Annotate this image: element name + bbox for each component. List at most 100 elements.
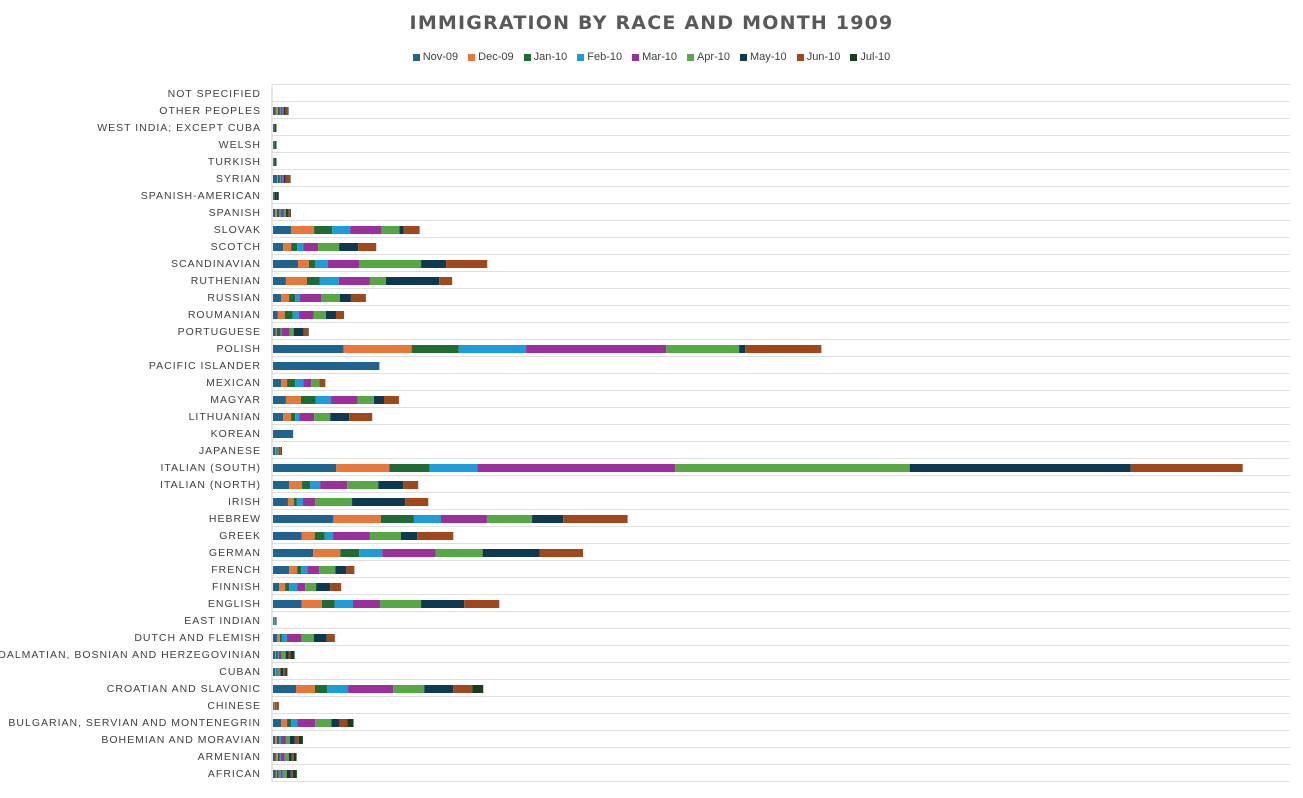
bar-segment	[334, 600, 353, 608]
bar-segment	[306, 277, 320, 285]
bar-segment	[273, 192, 275, 200]
category-label: RUTHENIAN	[191, 275, 261, 287]
bar-segment	[273, 770, 276, 778]
bar-segment	[338, 277, 370, 285]
bar-segment	[273, 294, 282, 302]
bar-segment	[273, 617, 275, 625]
bar-segment	[277, 447, 279, 455]
category-label: WELSH	[219, 139, 261, 151]
bar-segment	[482, 549, 540, 557]
bar-segment	[357, 396, 374, 404]
bar-segment	[298, 736, 303, 744]
bar-segment	[277, 753, 280, 761]
bar-segment	[909, 464, 1131, 472]
bar-segment	[299, 413, 315, 421]
bar-segment	[349, 413, 373, 421]
bar-segment	[358, 243, 377, 251]
bar-segment	[291, 719, 298, 727]
bar-segment	[277, 702, 279, 710]
bar-segment	[331, 719, 340, 727]
bar-segment	[327, 260, 359, 268]
bar-segment	[411, 345, 459, 353]
bar-segment	[289, 736, 295, 744]
bar-segment	[352, 600, 380, 608]
category-label: TURKISH	[208, 156, 261, 168]
bar-segment	[282, 107, 284, 115]
bar-segment	[326, 634, 335, 642]
bar-segment	[285, 736, 290, 744]
bar-segment	[350, 226, 382, 234]
bar-segment	[273, 617, 274, 625]
bar-segment	[281, 328, 290, 336]
bar-segment	[346, 566, 355, 574]
bar-segment	[275, 141, 277, 149]
bar-segment	[273, 702, 274, 710]
bar-segment	[273, 209, 276, 217]
bar-segment	[335, 311, 345, 319]
bar-segment	[273, 430, 294, 438]
bar-segment	[526, 345, 667, 353]
bar-segment	[283, 243, 292, 251]
bar-segment	[284, 311, 293, 319]
bar-segment	[311, 379, 320, 387]
bar-segment	[347, 481, 379, 489]
category-label: MEXICAN	[206, 377, 261, 389]
category-label: POLISH	[216, 343, 261, 355]
bar-segment	[275, 209, 278, 217]
bar-segment	[319, 566, 336, 574]
bar-segment	[393, 685, 425, 693]
category-label: SPANISH-AMERICAN	[141, 190, 261, 202]
category-label: AFRICAN	[208, 768, 261, 780]
bar-segment	[295, 379, 304, 387]
bar-segment	[421, 260, 447, 268]
bar-segment	[308, 260, 315, 268]
bar-segment	[287, 719, 292, 727]
bar-segment	[273, 651, 276, 659]
bar-segment	[289, 209, 291, 217]
bar-segment	[287, 209, 290, 217]
bar-segment	[280, 668, 284, 676]
bar-segment	[292, 770, 297, 778]
bar-segment	[314, 532, 325, 540]
bar-segment	[289, 566, 298, 574]
bar-segment	[274, 617, 276, 625]
bar-segment	[279, 107, 281, 115]
bar-segment	[745, 345, 822, 353]
bar-segment	[324, 532, 333, 540]
bar-segment	[350, 294, 366, 302]
bar-segment	[316, 583, 331, 591]
category-label: SCOTCH	[211, 241, 261, 253]
bar-segment	[275, 651, 278, 659]
bar-segment	[347, 719, 354, 727]
bar-segment	[343, 345, 412, 353]
bar-segment	[280, 753, 285, 761]
bar-segment	[283, 209, 286, 217]
bar-segment	[290, 651, 295, 659]
bar-segment	[381, 226, 400, 234]
bar-segment	[314, 685, 328, 693]
category-label: ITALIAN (SOUTH)	[160, 462, 261, 474]
bar-segment	[273, 328, 276, 336]
bar-segment	[303, 243, 319, 251]
category-label: DUTCH AND FLEMISH	[134, 632, 261, 644]
bar-segment	[282, 770, 287, 778]
bar-segment	[302, 481, 311, 489]
bar-segment	[320, 481, 348, 489]
bar-segment	[278, 770, 281, 778]
bar-segment	[275, 668, 276, 676]
bar-segment	[293, 328, 304, 336]
bar-segment	[369, 532, 401, 540]
bar-segment	[273, 719, 282, 727]
bar-segment	[273, 141, 274, 149]
bar-segment	[273, 362, 380, 370]
bar-segment	[276, 192, 279, 200]
bar-segment	[295, 294, 301, 302]
bar-segment	[284, 753, 289, 761]
bar-segment	[274, 702, 276, 710]
bar-segment	[283, 107, 286, 115]
bar-segment	[275, 736, 278, 744]
bar-segment	[275, 651, 276, 659]
bar-segment	[400, 532, 418, 540]
bar-segment	[273, 634, 278, 642]
bar-segment	[301, 600, 322, 608]
